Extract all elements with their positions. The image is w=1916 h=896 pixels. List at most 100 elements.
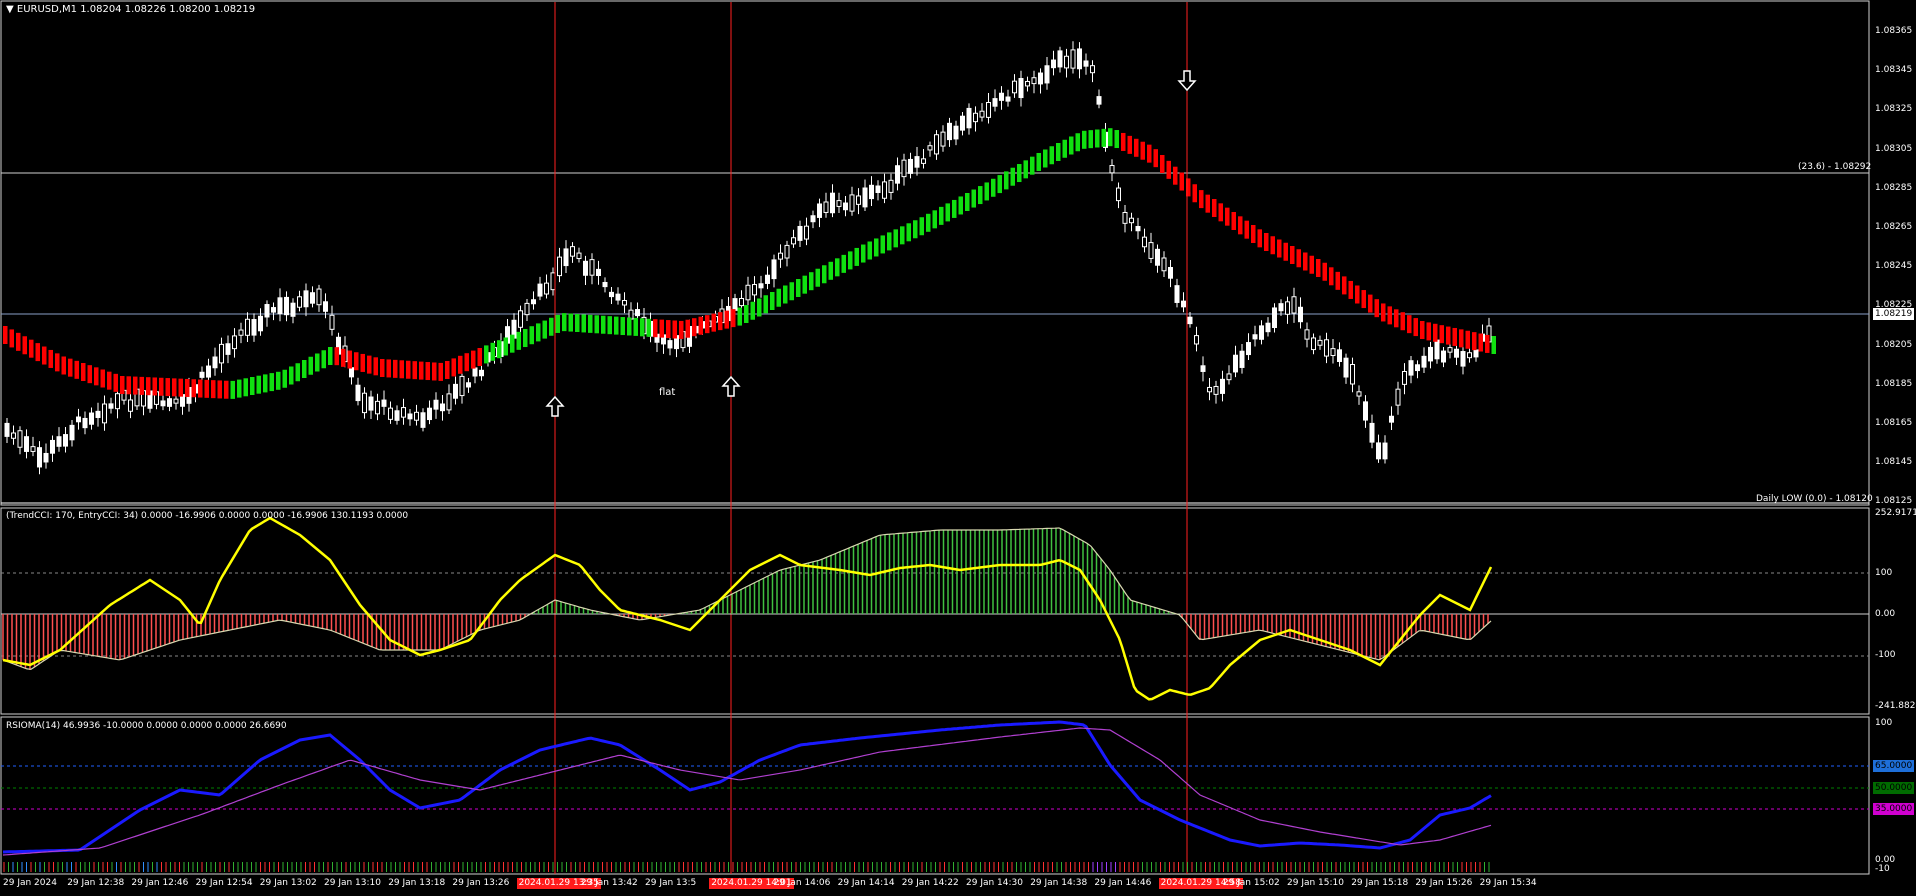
candle	[115, 393, 120, 410]
trend-block	[94, 367, 99, 386]
candle	[232, 335, 237, 350]
fib-level-label: (23.6) - 1.08292	[1798, 162, 1872, 172]
candle	[212, 356, 218, 369]
trend-block	[562, 313, 567, 332]
trend-block	[1439, 325, 1444, 344]
trend-block	[523, 329, 528, 348]
trend-block	[1179, 172, 1184, 191]
trend-block	[61, 356, 66, 375]
trend-block	[822, 265, 827, 284]
trend-block	[503, 337, 508, 356]
trend-block	[1043, 149, 1048, 168]
trend-block	[81, 363, 86, 381]
candle	[472, 367, 478, 377]
candle	[804, 225, 809, 240]
candle	[1057, 50, 1063, 68]
candle	[102, 403, 107, 424]
trend-block	[659, 319, 664, 338]
trend-block	[614, 316, 619, 335]
trend-block	[841, 254, 846, 273]
trend-block	[1153, 149, 1158, 168]
time-tick: 29 Jan 13:18	[388, 878, 446, 888]
rsioma-level-65: 65.0000	[1873, 760, 1915, 772]
candle	[199, 371, 205, 378]
price-tick: 1.08365	[1875, 26, 1913, 36]
trend-block	[1036, 152, 1041, 171]
candle	[1473, 349, 1479, 358]
trend-block	[165, 378, 170, 397]
chart-canvas[interactable]	[0, 0, 1916, 896]
candle	[433, 399, 439, 410]
candle	[4, 422, 10, 437]
trend-block	[1257, 229, 1262, 248]
candle	[667, 340, 673, 349]
candle	[1447, 347, 1453, 353]
trend-block	[1030, 156, 1035, 175]
candle	[1363, 401, 1368, 421]
candle	[43, 452, 49, 463]
candle	[823, 201, 829, 213]
trend-block	[1283, 242, 1288, 261]
trend-block	[646, 318, 651, 337]
candle	[1194, 335, 1199, 345]
candle	[615, 293, 621, 301]
candle	[1109, 165, 1115, 174]
candle	[459, 375, 465, 397]
candle	[771, 259, 777, 280]
candle	[1005, 96, 1011, 102]
candle	[238, 329, 244, 336]
trend-block	[724, 310, 729, 329]
candle	[362, 392, 367, 414]
trend-block	[484, 345, 489, 364]
time-tick: 29 Jan 15:10	[1287, 878, 1344, 888]
trend-block	[1400, 312, 1405, 331]
trend-block	[35, 343, 40, 362]
candle	[245, 318, 250, 336]
trend-block	[997, 175, 1002, 194]
candle	[414, 411, 419, 421]
trend-block	[783, 285, 788, 304]
candle	[82, 417, 88, 429]
candle	[329, 314, 335, 330]
candle	[160, 400, 166, 407]
candle	[1350, 364, 1355, 385]
candle	[1454, 348, 1459, 358]
candle	[1018, 78, 1024, 99]
candle	[1129, 217, 1134, 224]
time-tick: 29 Jan 15:18	[1351, 878, 1409, 888]
candle	[453, 383, 458, 399]
trend-block	[815, 268, 820, 287]
candle	[1317, 339, 1323, 346]
price-tick: 1.08285	[1875, 182, 1913, 193]
trend-block	[588, 314, 593, 333]
candle	[1044, 65, 1050, 84]
trend-block	[1192, 184, 1197, 203]
candle	[264, 304, 270, 318]
candle	[1083, 60, 1089, 67]
candle	[1402, 371, 1407, 385]
trend-block	[22, 336, 27, 355]
trend-block	[536, 323, 541, 342]
collapse-triangle-icon[interactable]: ▼	[6, 4, 14, 15]
trend-block	[1095, 129, 1100, 148]
trend-block	[744, 305, 749, 323]
symbol-header: EURUSD,M1 1.08204 1.08226 1.08200 1.0821…	[16, 4, 256, 15]
candle	[30, 446, 36, 452]
candle	[563, 248, 569, 267]
time-tick: 29 Jan 14:38	[1030, 878, 1088, 888]
candle	[888, 179, 894, 193]
trend-block	[952, 199, 957, 218]
trend-block	[971, 189, 976, 208]
trend-block	[666, 320, 671, 339]
trend-block	[100, 369, 105, 388]
trend-block	[1355, 285, 1360, 304]
trend-block	[1485, 334, 1490, 353]
trend-block	[178, 378, 183, 397]
time-tick: 29 Jan 15:02	[1222, 878, 1280, 888]
trend-block	[1270, 236, 1275, 255]
candle	[1421, 355, 1427, 368]
trend-block	[1114, 130, 1119, 149]
candle	[817, 203, 822, 218]
trend-block	[1264, 233, 1269, 251]
trend-block	[1134, 138, 1139, 157]
